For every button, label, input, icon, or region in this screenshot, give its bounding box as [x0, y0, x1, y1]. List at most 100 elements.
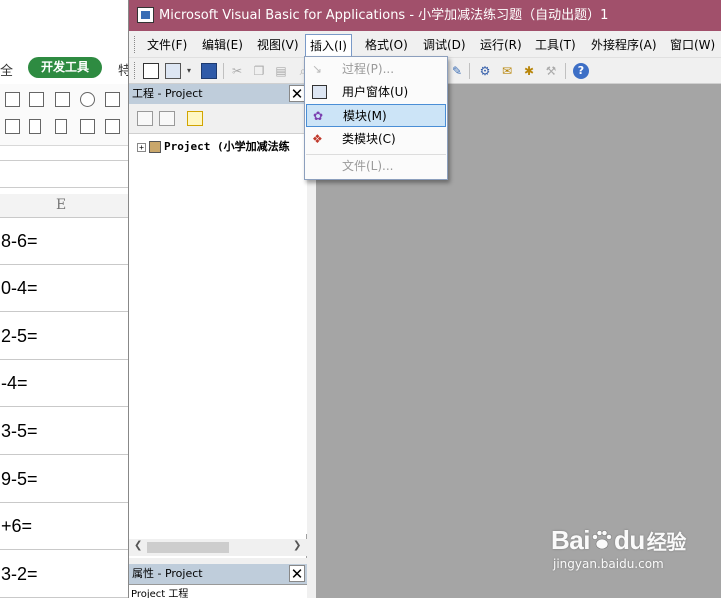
- menu-item-userform[interactable]: 用户窗体(U): [306, 81, 446, 104]
- menu-window[interactable]: 窗口(W): [666, 34, 719, 56]
- menu-format[interactable]: 格式(O): [361, 34, 412, 56]
- menu-item-label: 类模块(C): [342, 132, 396, 146]
- project-explorer-icon[interactable]: ⚙: [477, 63, 493, 79]
- procedure-icon: ↘: [312, 62, 323, 76]
- close-icon[interactable]: ✕: [289, 565, 305, 583]
- toolbox-icon[interactable]: ⚒: [543, 63, 559, 79]
- picture-control-icon[interactable]: [105, 119, 120, 134]
- scrollbar-thumb[interactable]: [147, 542, 229, 553]
- vba-app-icon: [137, 7, 154, 23]
- cut-icon[interactable]: ✂: [229, 63, 245, 79]
- menu-insert[interactable]: 插入(I): [305, 34, 352, 58]
- label-control-icon[interactable]: [55, 92, 70, 107]
- menu-item-label: 模块(M): [343, 109, 387, 123]
- close-icon[interactable]: ✕: [289, 85, 305, 103]
- cell-row[interactable]: 8-6=: [0, 218, 130, 265]
- watermark-url: jingyan.baidu.com: [553, 557, 664, 571]
- watermark-logo: Bai du 经验: [551, 525, 711, 556]
- insert-userform-icon[interactable]: [165, 63, 181, 79]
- tree-node-label: Project (小学加减法练: [164, 140, 290, 153]
- scrollbar-control-icon[interactable]: [29, 119, 41, 134]
- toolbar-separator: [565, 63, 566, 79]
- project-pane-toolbar: [129, 104, 307, 134]
- menu-item-class-module[interactable]: ❖ 类模块(C): [306, 128, 446, 151]
- watermark-brand: Bai: [551, 525, 590, 555]
- ribbon-tab-developer[interactable]: 开发工具: [28, 57, 102, 78]
- menu-file[interactable]: 文件(F): [143, 34, 191, 56]
- toolbar-separator: [469, 63, 470, 79]
- formula-bar[interactable]: [0, 160, 130, 188]
- menu-item-label: 文件(L)...: [342, 159, 394, 173]
- menu-addins[interactable]: 外接程序(A): [587, 34, 661, 56]
- help-icon[interactable]: ?: [573, 63, 589, 79]
- dropdown-arrow-icon[interactable]: ▾: [181, 63, 197, 79]
- spin-control-icon[interactable]: [55, 119, 67, 134]
- watermark-brand-du: du: [613, 525, 645, 555]
- image-control-icon[interactable]: [105, 92, 120, 107]
- project-tree: + Project (小学加减法练: [129, 134, 307, 534]
- userform-icon: [312, 85, 327, 99]
- column-header-e[interactable]: E: [0, 194, 130, 218]
- cell-row[interactable]: 3-2=: [0, 551, 130, 598]
- cell-row[interactable]: 9-5=: [0, 456, 130, 503]
- menu-view[interactable]: 视图(V): [253, 34, 303, 56]
- baidu-jingyan-watermark: Bai du 经验 jingyan.baidu.com: [551, 525, 711, 585]
- cell-row[interactable]: +6=: [0, 503, 130, 550]
- module-icon: ✿: [313, 109, 324, 123]
- toggle-folders-icon[interactable]: [187, 111, 203, 126]
- menu-bar: 文件(F) 编辑(E) 视图(V) 插入(I) 格式(O) 调试(D) 运行(R…: [129, 31, 721, 58]
- save-icon[interactable]: [201, 63, 217, 79]
- menu-item-module[interactable]: ✿ 模块(M): [306, 104, 446, 127]
- view-excel-icon[interactable]: [143, 63, 159, 79]
- menu-item-label: 用户窗体(U): [342, 85, 409, 99]
- menu-edit[interactable]: 编辑(E): [198, 34, 247, 56]
- form-controls-group: [0, 84, 130, 146]
- horizontal-scrollbar[interactable]: ❮ ❯: [129, 539, 307, 556]
- copy-icon[interactable]: ❐: [251, 63, 267, 79]
- checkbox-control-icon[interactable]: [5, 92, 20, 107]
- toolbar-grip-icon[interactable]: [134, 62, 137, 79]
- scroll-right-icon[interactable]: ❯: [293, 540, 301, 551]
- menu-debug[interactable]: 调试(D): [419, 34, 470, 56]
- text-control-icon[interactable]: [80, 119, 95, 134]
- properties-pane-title: 属性 - Project: [132, 567, 203, 580]
- tree-node-project[interactable]: + Project (小学加减法练: [137, 138, 290, 154]
- menubar-grip-icon[interactable]: [134, 36, 137, 53]
- option-button-icon[interactable]: [80, 92, 95, 107]
- view-code-icon[interactable]: [137, 111, 153, 126]
- column-header-label: E: [56, 197, 67, 213]
- cell-row[interactable]: 0-4=: [0, 265, 130, 312]
- menu-item-label: 过程(P)...: [342, 62, 395, 76]
- window-titlebar[interactable]: Microsoft Visual Basic for Applications …: [129, 0, 721, 31]
- vba-project-icon: [149, 141, 161, 153]
- project-explorer-pane: 工程 - Project ✕ + Project (小学加减法练 ❮ ❯: [129, 84, 307, 558]
- menu-item-procedure[interactable]: ↘ 过程(P)...: [306, 58, 446, 81]
- class-module-icon: ❖: [312, 132, 323, 146]
- watermark-suffix: 经验: [646, 532, 687, 554]
- excel-ribbon: 全 开发工具 特: [0, 0, 130, 82]
- design-mode-icon[interactable]: ✎: [449, 63, 465, 79]
- ribbon-tab-quan[interactable]: 全: [0, 60, 13, 79]
- toolbar-separator: [223, 63, 224, 79]
- menu-run[interactable]: 运行(R): [476, 34, 526, 56]
- cell-row[interactable]: 2-5=: [0, 313, 130, 360]
- frame-control-icon[interactable]: [29, 92, 44, 107]
- menu-tools[interactable]: 工具(T): [531, 34, 580, 56]
- project-pane-title: 工程 - Project: [132, 87, 203, 100]
- menu-item-file[interactable]: 文件(L)...: [306, 154, 446, 177]
- properties-pane-header[interactable]: 属性 - Project ✕: [129, 564, 307, 584]
- cell-row[interactable]: -4=: [0, 360, 130, 407]
- excel-background: 全 开发工具 特 E 8-6= 0-4= 2-5= -4= 3-5= 9-5= …: [0, 0, 130, 598]
- paste-icon[interactable]: ▤: [273, 63, 289, 79]
- listbox-control-icon[interactable]: [5, 119, 20, 134]
- properties-window-icon[interactable]: ✉: [499, 63, 515, 79]
- cell-row[interactable]: 3-5=: [0, 408, 130, 455]
- view-object-icon[interactable]: [159, 111, 175, 126]
- properties-pane-body[interactable]: Project 工程: [129, 584, 307, 598]
- insert-dropdown-menu: ↘ 过程(P)... 用户窗体(U) ✿ 模块(M) ❖ 类模块(C) 文件(L…: [304, 56, 448, 180]
- window-title: Microsoft Visual Basic for Applications …: [159, 8, 609, 23]
- scroll-left-icon[interactable]: ❮: [134, 540, 142, 551]
- object-browser-icon[interactable]: ✱: [521, 63, 537, 79]
- project-pane-header[interactable]: 工程 - Project ✕: [129, 84, 307, 104]
- expand-icon[interactable]: +: [137, 142, 146, 152]
